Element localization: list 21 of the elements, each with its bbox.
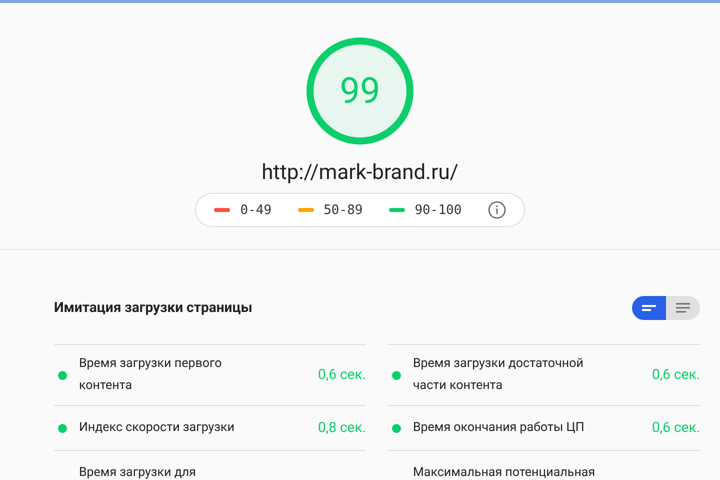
metric-value: 0,6 сек.: [652, 367, 700, 383]
metric-label: Время окончания работы ЦП: [413, 419, 586, 437]
page-url: http://mark-brand.ru/: [262, 161, 458, 185]
metric-label: Время загрузки достаточной части контента: [413, 355, 584, 395]
metric-value: 0,6 сек.: [318, 367, 366, 383]
section-title: Имитация загрузки страницы: [54, 300, 252, 316]
legend-range: 90-100: [414, 202, 462, 218]
metric-label: Время загрузки первого контента: [79, 355, 223, 395]
metric-label: Индекс скорости загрузки: [79, 419, 236, 437]
compact-view-toggle[interactable]: [632, 296, 666, 320]
metric-value: 0,6 сек.: [652, 420, 700, 436]
metric-label: Максимальная потенциальная: [413, 464, 596, 480]
performance-score: 99: [338, 69, 382, 113]
metric-label: Время загрузки для: [79, 464, 197, 480]
list-lines-icon: [676, 303, 690, 313]
legend-range: 50-89: [324, 202, 363, 218]
metric-value: 0,8 сек.: [318, 420, 366, 436]
info-icon[interactable]: [488, 201, 506, 219]
list-view-toggle[interactable]: [666, 296, 700, 320]
legend-range: 0-49: [240, 202, 272, 218]
compact-lines-icon: [642, 304, 656, 312]
